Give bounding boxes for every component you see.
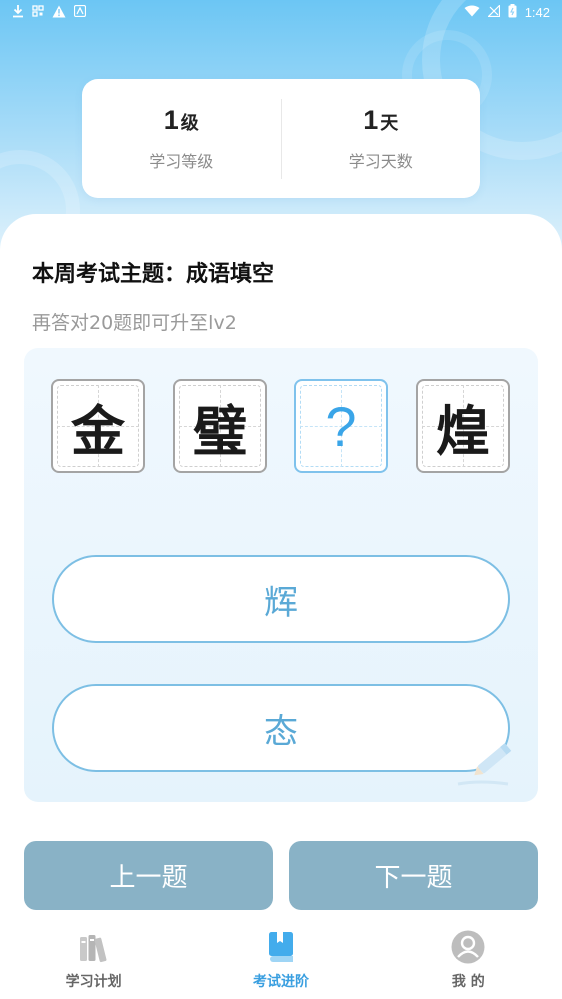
prev-question-button[interactable]: 上一题	[24, 841, 273, 910]
clock: 1:42	[524, 4, 550, 20]
stat-level: 1 级 学习等级	[82, 105, 281, 172]
exam-card: 本周考试主题：成语填空 再答对20题即可升至lv2 金 璧 ? 煌 辉 态 上一…	[0, 214, 562, 999]
qr-icon	[32, 5, 44, 19]
stats-card: 1 级 学习等级 1 天 学习天数	[82, 79, 480, 198]
tab-label: 学习计划	[65, 974, 122, 990]
app-icon	[73, 4, 87, 19]
idiom-char-box: 璧	[173, 379, 267, 473]
exam-title: 本周考试主题：成语填空	[32, 262, 275, 287]
signal-icon	[486, 4, 500, 19]
stat-days: 1 天 学习天数	[282, 105, 481, 172]
warning-icon	[52, 5, 66, 20]
pencil-icon	[457, 743, 512, 786]
status-bar: 1:42	[0, 0, 562, 24]
tab-mine[interactable]: 我 的	[375, 920, 562, 999]
blank-question-mark: ?	[325, 394, 357, 458]
days-label: 学习天数	[348, 152, 413, 171]
quiz-area: 金 璧 ? 煌 辉 态	[24, 348, 538, 802]
user-icon	[451, 930, 485, 964]
tab-label: 考试进阶	[252, 974, 309, 990]
answer-option[interactable]: 态	[52, 684, 510, 772]
tab-study-plan[interactable]: 学习计划	[0, 920, 187, 999]
level-value: 1	[163, 105, 179, 135]
idiom-blank-box: ?	[294, 379, 388, 473]
battery-icon	[508, 4, 517, 20]
idiom-char-box: 金	[51, 379, 145, 473]
idiom-char: 璧	[193, 399, 247, 463]
bottom-tab-bar: 学习计划 考试进阶 我 的	[0, 920, 562, 999]
tab-label: 我 的	[451, 974, 485, 990]
wifi-icon	[464, 5, 480, 19]
answer-option[interactable]: 辉	[52, 555, 510, 643]
days-value: 1	[363, 105, 379, 135]
exam-subtitle: 再答对20题即可升至lv2	[32, 312, 237, 334]
download-icon	[12, 4, 24, 20]
days-unit: 天	[380, 113, 399, 134]
book-icon	[268, 932, 293, 962]
tab-exam-advance[interactable]: 考试进阶	[187, 920, 374, 999]
idiom-char: 金	[71, 399, 125, 463]
level-label: 学习等级	[149, 152, 214, 171]
next-question-button[interactable]: 下一题	[289, 841, 538, 910]
level-unit: 级	[180, 113, 199, 134]
idiom-char-box: 煌	[416, 379, 510, 473]
books-icon	[79, 935, 107, 963]
idiom-char: 煌	[436, 399, 490, 463]
